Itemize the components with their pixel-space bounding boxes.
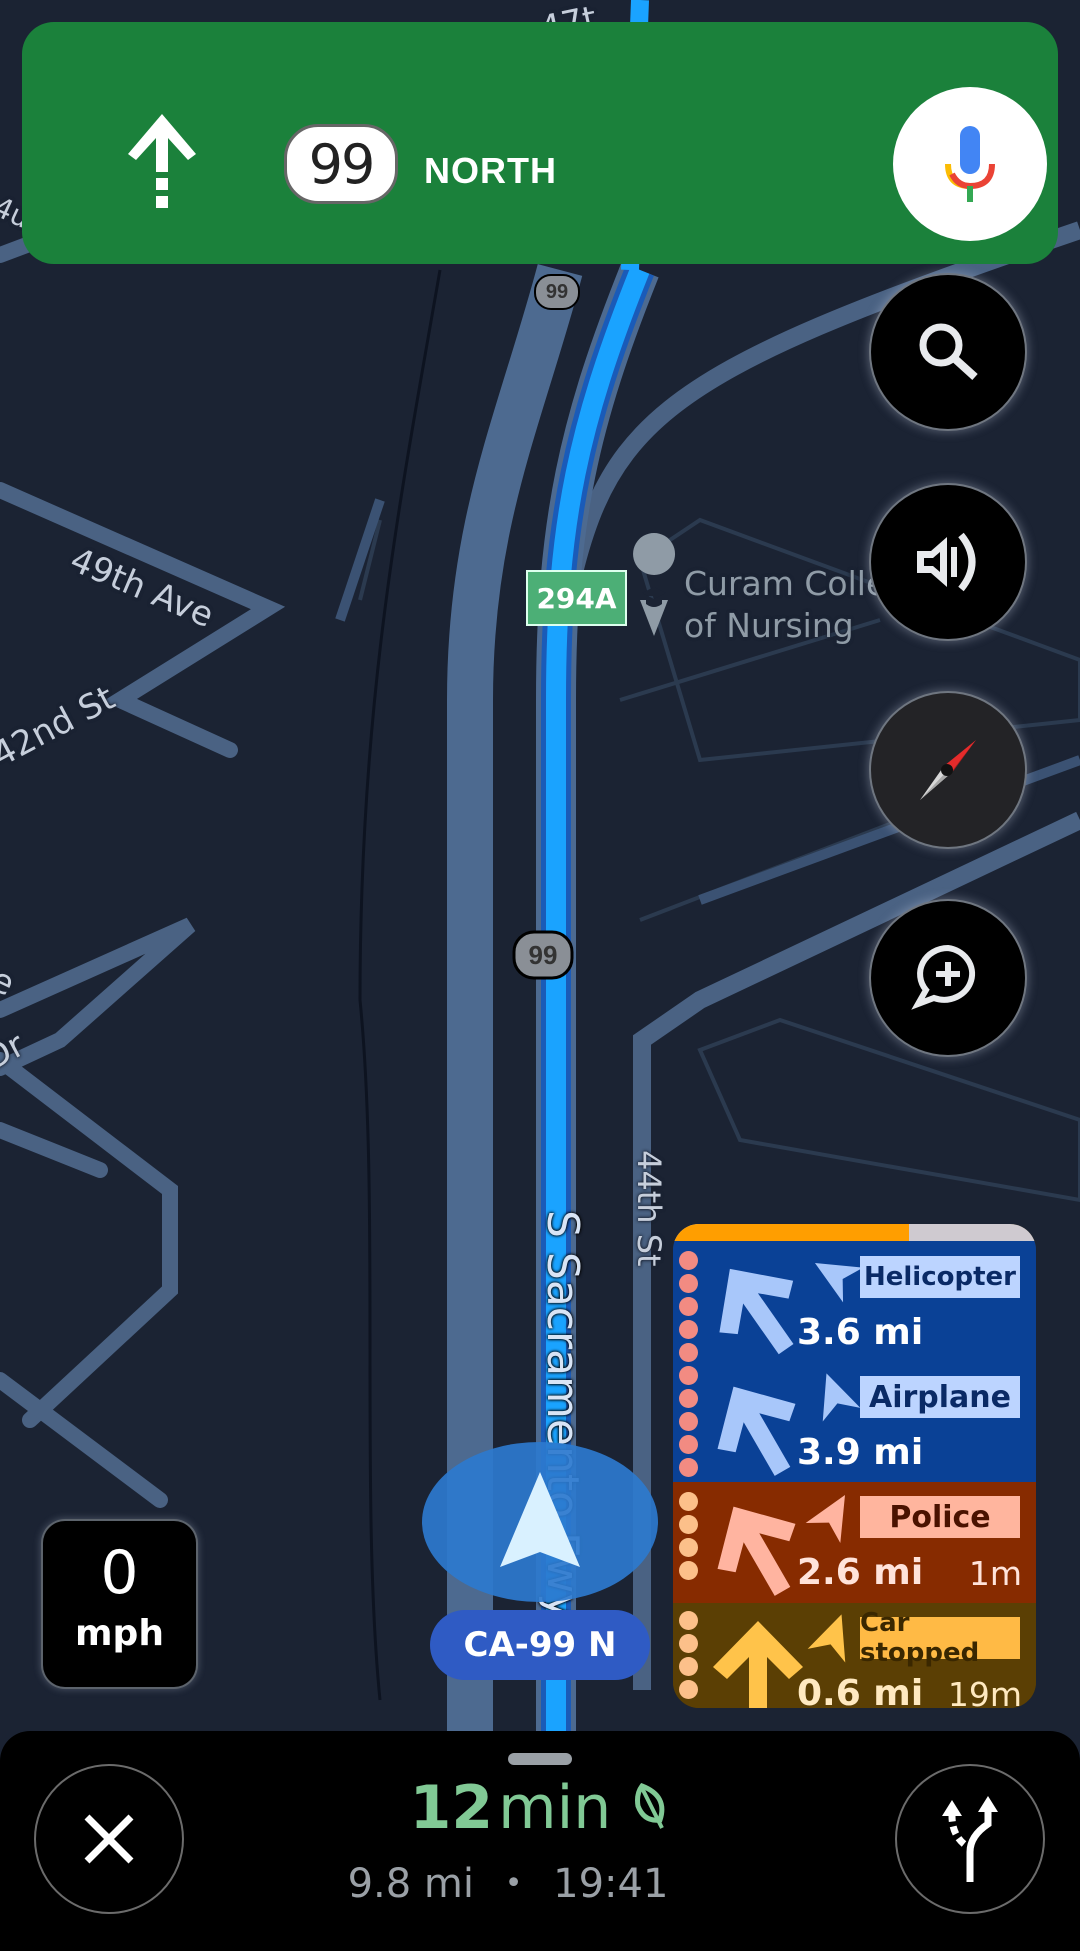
alert-progress-bar bbox=[673, 1224, 1036, 1241]
google-mic-icon bbox=[945, 126, 995, 202]
alert-item[interactable]: Airplane 3.9 mi bbox=[673, 1366, 1036, 1486]
alert-item[interactable]: Police 2.6 mi 1m bbox=[673, 1486, 1036, 1606]
map-label-44th-st: 44th St bbox=[630, 1150, 668, 1267]
trip-summary-bar[interactable]: 12 min 9.8 mi • 19:41 bbox=[0, 1731, 1080, 1951]
eta-minutes: 12 bbox=[409, 1773, 494, 1843]
direction-arrow-icon bbox=[717, 1506, 796, 1596]
trip-details: 9.8 mi • 19:41 bbox=[0, 1861, 1016, 1907]
compass-button[interactable] bbox=[871, 693, 1025, 847]
speed-value: 0 bbox=[100, 1538, 139, 1608]
straight-arrow-icon bbox=[128, 114, 196, 208]
add-report-icon bbox=[911, 944, 976, 1010]
leaf-icon bbox=[635, 1782, 665, 1829]
direction-arrow-icon bbox=[719, 1268, 794, 1355]
add-report-button[interactable] bbox=[871, 901, 1025, 1055]
separator-dot: • bbox=[504, 1866, 523, 1901]
current-road-label: CA-99 N bbox=[430, 1610, 650, 1680]
navigation-arrow-icon bbox=[500, 1472, 580, 1567]
speed-unit: mph bbox=[75, 1613, 164, 1654]
sound-button[interactable] bbox=[871, 485, 1025, 639]
alert-type-label: Airplane bbox=[860, 1376, 1020, 1418]
route-shield: 99 bbox=[284, 124, 398, 204]
drag-handle[interactable] bbox=[508, 1753, 572, 1765]
alternate-routes-icon bbox=[942, 1796, 998, 1882]
volume-icon bbox=[917, 532, 976, 592]
alert-distance: 2.6 mi bbox=[797, 1552, 924, 1593]
alert-distance: 3.6 mi bbox=[797, 1312, 924, 1353]
trip-distance: 9.8 mi bbox=[347, 1861, 474, 1907]
alert-item[interactable]: Helicopter 3.6 mi bbox=[673, 1246, 1036, 1366]
eta-unit: min bbox=[498, 1773, 612, 1843]
map-shield-mid-label: 99 bbox=[528, 939, 558, 970]
alert-type-label: Car stopped bbox=[860, 1608, 1020, 1668]
exit-sign-label: 294A bbox=[536, 581, 617, 615]
search-icon bbox=[919, 323, 978, 380]
direction-label: NORTH bbox=[424, 150, 557, 191]
alert-distance: 0.6 mi bbox=[797, 1673, 924, 1708]
compass-icon bbox=[920, 740, 976, 800]
alert-type-label: Police bbox=[860, 1496, 1020, 1538]
arrival-time: 19:41 bbox=[553, 1861, 669, 1907]
alert-age: 19m bbox=[947, 1675, 1022, 1708]
alert-distance: 3.9 mi bbox=[797, 1432, 924, 1473]
speedometer: 0 mph bbox=[43, 1521, 196, 1687]
location-puck bbox=[422, 1442, 658, 1602]
alert-item[interactable]: Car stopped 0.6 mi 19m bbox=[673, 1607, 1036, 1708]
alternate-routes-button[interactable] bbox=[895, 1764, 1045, 1914]
alerts-panel[interactable]: Helicopter 3.6 mi Airplane 3.9 mi Police… bbox=[673, 1224, 1036, 1708]
poi-label-line2[interactable]: of Nursing bbox=[684, 606, 854, 645]
alert-age: 1m bbox=[968, 1554, 1022, 1593]
alert-progress-fill bbox=[673, 1224, 909, 1241]
map-shield-top-label: 99 bbox=[545, 280, 569, 303]
voice-search-button[interactable] bbox=[893, 87, 1047, 241]
alert-type-label: Helicopter bbox=[860, 1256, 1020, 1298]
navigation-banner[interactable]: 99 NORTH bbox=[22, 22, 1058, 264]
search-button[interactable] bbox=[871, 275, 1025, 429]
